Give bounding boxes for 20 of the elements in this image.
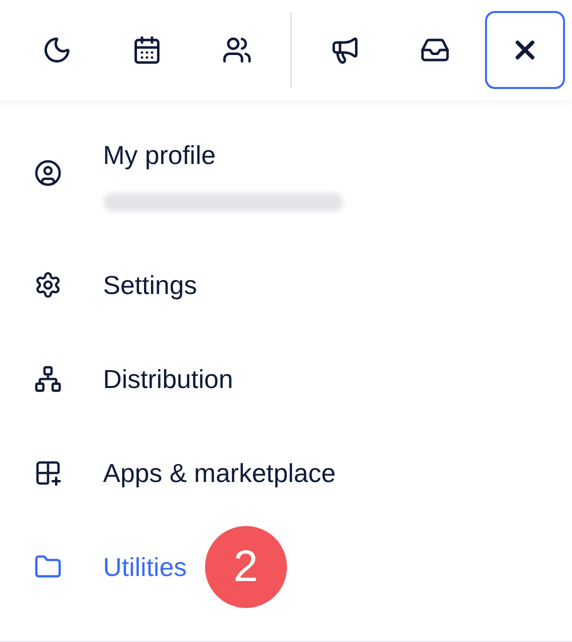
users-icon bbox=[222, 35, 252, 65]
moon-icon bbox=[42, 35, 72, 65]
close-button[interactable] bbox=[485, 11, 565, 89]
calendar-icon bbox=[132, 35, 162, 65]
user-circle-icon bbox=[34, 159, 62, 187]
menu-item[interactable]: Distribution bbox=[0, 332, 572, 426]
menu-label: Apps & marketplace bbox=[103, 456, 336, 490]
step-badge: 2 bbox=[204, 526, 287, 608]
menu-item[interactable]: Apps & marketplace bbox=[0, 426, 572, 520]
settings-icon bbox=[34, 271, 62, 299]
menu-item[interactable]: My profile bbox=[0, 114, 572, 238]
menu-item[interactable]: Utilities 2 bbox=[0, 520, 572, 614]
menu-label: Utilities bbox=[103, 550, 187, 584]
menu-label: Settings bbox=[103, 268, 197, 302]
grid-plus-icon bbox=[34, 459, 62, 487]
menu-label: Distribution bbox=[103, 362, 234, 396]
menu-item[interactable]: Settings bbox=[0, 238, 572, 332]
megaphone-icon bbox=[330, 35, 360, 65]
hierarchy-icon bbox=[34, 365, 62, 393]
menu-label: My profile bbox=[103, 138, 216, 172]
